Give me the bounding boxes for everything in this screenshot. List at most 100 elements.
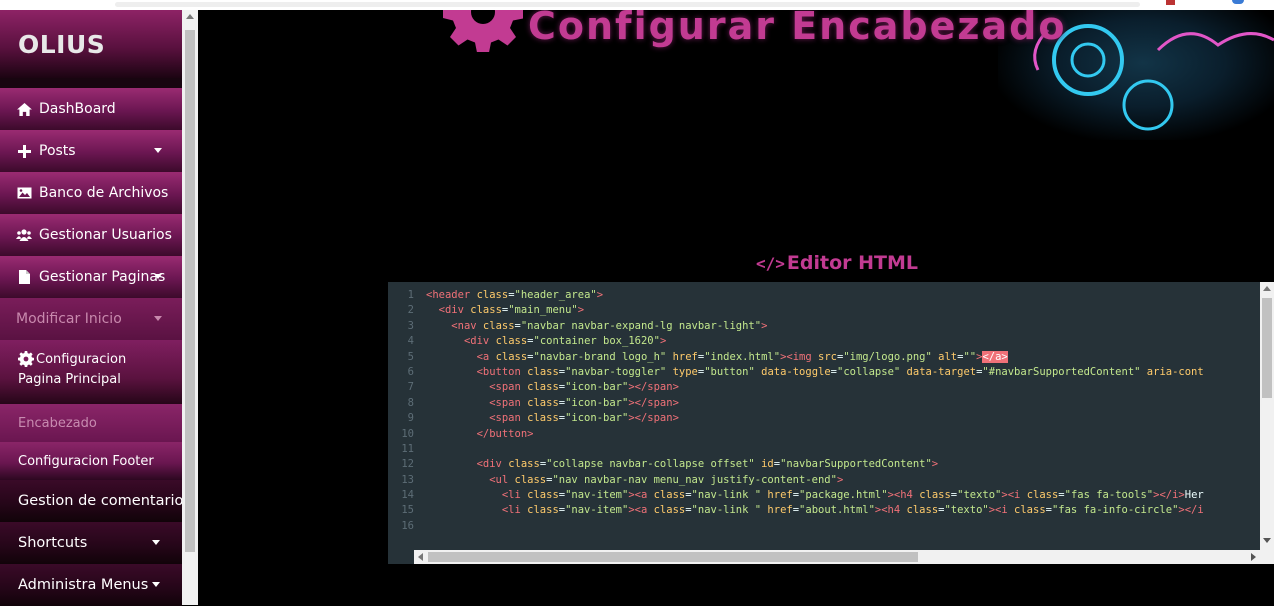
sidebar-item-label: Gestionar Usuarios xyxy=(39,227,172,243)
sidebar-subitem-label: Pagina Principal xyxy=(18,372,121,387)
scroll-left-icon[interactable] xyxy=(418,553,423,561)
sidebar-subitem-encabezado[interactable]: Encabezado xyxy=(0,404,182,442)
code-text[interactable]: <span class="icon-bar"></span> xyxy=(426,412,679,424)
sidebar-item-label: Gestion de comentarios xyxy=(18,493,191,509)
page-scrollbar[interactable] xyxy=(182,10,198,605)
code-line[interactable]: 7 <span class="icon-bar"></span> xyxy=(388,380,1274,395)
editor-horizontal-scrollbar[interactable] xyxy=(414,550,1274,564)
code-text[interactable]: <div class="main_menu"> xyxy=(426,304,584,316)
line-number: 7 xyxy=(407,381,414,394)
brand-text: OLIUS xyxy=(18,30,106,59)
code-line[interactable]: 2 <div class="main_menu"> xyxy=(388,303,1274,318)
line-number: 6 xyxy=(407,365,414,378)
line-number: 8 xyxy=(407,396,414,409)
chevron-down-icon xyxy=(154,148,162,153)
image-icon xyxy=(16,186,32,200)
sidebar-item-posts[interactable]: Posts xyxy=(0,130,182,172)
sidebar-subitem-label: Encabezado xyxy=(18,415,97,431)
code-text[interactable]: <header class="header_area"> xyxy=(426,289,603,301)
brand-logo[interactable]: OLIUS xyxy=(0,10,182,78)
chevron-down-icon xyxy=(154,274,162,279)
sidebar: OLIUS DashBoard Posts Banco de Archivos … xyxy=(0,10,191,606)
code-text[interactable]: <div class="collapse navbar-collapse off… xyxy=(426,458,939,470)
users-icon xyxy=(16,228,32,242)
sidebar-item-label: Administra Menus xyxy=(18,577,149,593)
line-number: 16 xyxy=(401,519,414,532)
line-number: 1 xyxy=(407,289,414,301)
code-line[interactable]: 13 <ul class="nav navbar-nav menu_nav ju… xyxy=(388,473,1274,488)
scroll-right-icon[interactable] xyxy=(1251,553,1256,561)
code-text[interactable]: <button class="navbar-toggler" type="but… xyxy=(426,366,1204,378)
code-line[interactable]: 5 <a class="navbar-brand logo_h" href="i… xyxy=(388,350,1274,365)
code-line[interactable]: 14 <li class="nav-item"><a class="nav-li… xyxy=(388,488,1274,503)
code-editor[interactable]: 1 <header class="header_area"> 2 <div clas… xyxy=(388,282,1274,564)
scroll-up-icon[interactable] xyxy=(186,14,194,19)
sidebar-item-administra-menus[interactable]: Administra Menus xyxy=(0,564,182,606)
code-lines[interactable]: 1 <header class="header_area"> 2 <div clas… xyxy=(388,288,1274,534)
line-number: 10 xyxy=(401,427,414,440)
sidebar-item-label: Shortcuts xyxy=(18,535,88,551)
code-line[interactable]: 4 <div class="container box_1620"> xyxy=(388,334,1274,349)
line-number: 3 xyxy=(407,319,414,332)
chevron-down-icon xyxy=(154,316,162,321)
code-text[interactable]: <li class="nav-item"><a class="nav-link … xyxy=(426,489,1204,501)
code-text[interactable]: <li class="nav-item"><a class="nav-link … xyxy=(426,504,1204,516)
code-line[interactable]: 11 xyxy=(388,442,1274,457)
sidebar-subitem-label: Configuracion xyxy=(36,352,127,367)
sidebar-item-gestionar-usuarios[interactable]: Gestionar Usuarios xyxy=(0,214,182,256)
file-icon xyxy=(16,270,32,284)
gear-icon xyxy=(18,351,34,371)
scrollbar-thumb[interactable] xyxy=(1262,298,1272,398)
code-line[interactable]: 8 <span class="icon-bar"></span> xyxy=(388,396,1274,411)
sidebar-item-banco-archivos[interactable]: Banco de Archivos xyxy=(0,172,182,214)
home-icon xyxy=(16,102,32,116)
code-text[interactable]: <span class="icon-bar"></span> xyxy=(426,397,679,409)
header-banner: Configurar Encabezado xyxy=(198,10,1274,144)
code-text[interactable]: <div class="container box_1620"> xyxy=(426,335,666,347)
code-line[interactable]: 16 xyxy=(388,519,1274,534)
sidebar-item-modificar-inicio[interactable]: Modificar Inicio xyxy=(0,298,182,340)
sidebar-item-gestionar-paginas[interactable]: Gestionar Paginas xyxy=(0,256,182,298)
sidebar-item-shortcuts[interactable]: Shortcuts xyxy=(0,522,182,564)
code-line[interactable]: 6 <button class="navbar-toggler" type="b… xyxy=(388,365,1274,380)
code-line[interactable]: 10 </button> xyxy=(388,427,1274,442)
sidebar-subitem-configuracion-pagina-principal[interactable]: Configuracion Pagina Principal xyxy=(0,340,182,404)
code-text[interactable]: <nav class="navbar navbar-expand-lg navb… xyxy=(426,320,767,332)
sidebar-item-label: Banco de Archivos xyxy=(39,185,169,201)
sidebar-nav: DashBoard Posts Banco de Archivos Gestio… xyxy=(0,88,191,606)
browser-top-strip xyxy=(0,0,1274,10)
code-line[interactable]: 9 <span class="icon-bar"></span> xyxy=(388,411,1274,426)
profile-icon[interactable] xyxy=(1232,0,1244,4)
editor-heading: </> Editor HTML xyxy=(756,252,918,274)
code-line[interactable]: 1 <header class="header_area"> xyxy=(388,288,1274,303)
sidebar-item-label: DashBoard xyxy=(39,101,116,117)
page-title: Configurar Encabezado xyxy=(528,10,1067,48)
sidebar-item-dashboard[interactable]: DashBoard xyxy=(0,88,182,130)
plus-icon xyxy=(16,144,32,158)
line-number: 2 xyxy=(407,304,414,317)
code-line[interactable]: 12 <div class="collapse navbar-collapse … xyxy=(388,457,1274,472)
code-icon: </> xyxy=(756,254,785,273)
code-line[interactable]: 15 <li class="nav-item"><a class="nav-li… xyxy=(388,503,1274,518)
code-text[interactable]: <span class="icon-bar"></span> xyxy=(426,381,679,393)
line-number: 5 xyxy=(407,350,414,363)
line-number: 9 xyxy=(407,412,414,425)
sidebar-item-gestion-comentarios[interactable]: Gestion de comentarios xyxy=(0,480,191,522)
scrollbar-thumb[interactable] xyxy=(428,552,918,562)
chevron-down-icon xyxy=(152,582,160,587)
editor-vertical-scrollbar[interactable] xyxy=(1260,282,1274,550)
gear-icon xyxy=(443,10,523,52)
line-number: 15 xyxy=(401,504,414,517)
scroll-up-icon[interactable] xyxy=(1263,286,1271,291)
code-text[interactable]: <ul class="nav navbar-nav menu_nav justi… xyxy=(426,474,843,486)
scroll-down-icon[interactable] xyxy=(1263,538,1271,543)
sidebar-subitem-label: Configuracion Footer xyxy=(18,453,154,469)
scrollbar-thumb[interactable] xyxy=(185,30,195,552)
browser-address-bar[interactable] xyxy=(115,2,1140,7)
code-text[interactable]: </button> xyxy=(426,428,534,440)
code-text[interactable]: <a class="navbar-brand logo_h" href="ind… xyxy=(426,350,1008,363)
extension-icon[interactable] xyxy=(1166,0,1175,5)
sidebar-subitem-configuracion-footer[interactable]: Configuracion Footer xyxy=(0,442,182,480)
chevron-down-icon xyxy=(152,540,160,545)
code-line[interactable]: 3 <nav class="navbar navbar-expand-lg na… xyxy=(388,319,1274,334)
